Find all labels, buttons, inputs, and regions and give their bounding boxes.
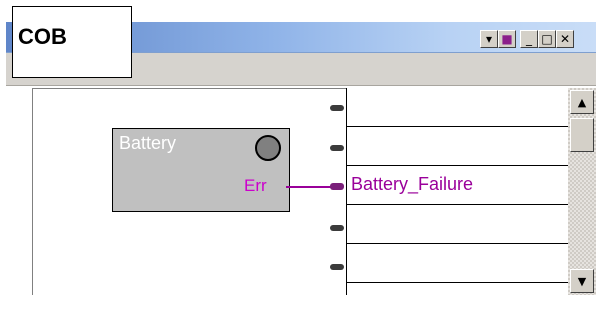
close-icon: ✕ [559,32,571,46]
arrow-down-icon: ▼ [577,274,587,288]
pin-stub[interactable] [330,145,344,151]
scroll-down-button[interactable]: ▼ [570,269,594,293]
arrow-up-icon: ▲ [577,95,587,109]
io-row[interactable] [347,283,569,322]
close-button[interactable]: ✕ [556,30,574,48]
maximize-icon: □ [541,32,553,46]
io-row-label: Battery_Failure [351,174,474,194]
battery-function-block[interactable]: Battery [112,128,290,212]
pin-stub[interactable] [330,264,344,270]
color-swatch-button[interactable]: ■ [498,30,516,48]
minimize-button[interactable]: _ [520,30,538,48]
vertical-scrollbar[interactable]: ▲ ▼ [568,88,596,295]
io-list: Battery_Failure [346,88,569,295]
minimize-icon: _ [526,32,532,46]
scroll-thumb[interactable] [570,118,594,152]
maximize-button[interactable]: □ [538,30,556,48]
scroll-up-button[interactable]: ▲ [570,90,594,114]
dropdown-button[interactable]: ▾ [480,30,498,48]
status-led-icon [255,135,281,161]
output-port-label: Err [244,176,267,195]
color-swatch-icon: ■ [501,32,513,46]
pin-stub[interactable] [330,105,344,111]
io-row[interactable]: Battery_Failure [347,166,569,205]
io-row[interactable] [347,88,569,127]
label-text: COB [18,24,67,49]
connected-pin[interactable] [330,183,344,190]
dropdown-icon: ▾ [485,32,493,46]
block-title: Battery [119,133,177,153]
io-row[interactable] [347,244,569,283]
io-row[interactable] [347,205,569,244]
pin-stub[interactable] [330,225,344,231]
connection-wire[interactable] [286,186,332,188]
io-row[interactable] [347,127,569,166]
